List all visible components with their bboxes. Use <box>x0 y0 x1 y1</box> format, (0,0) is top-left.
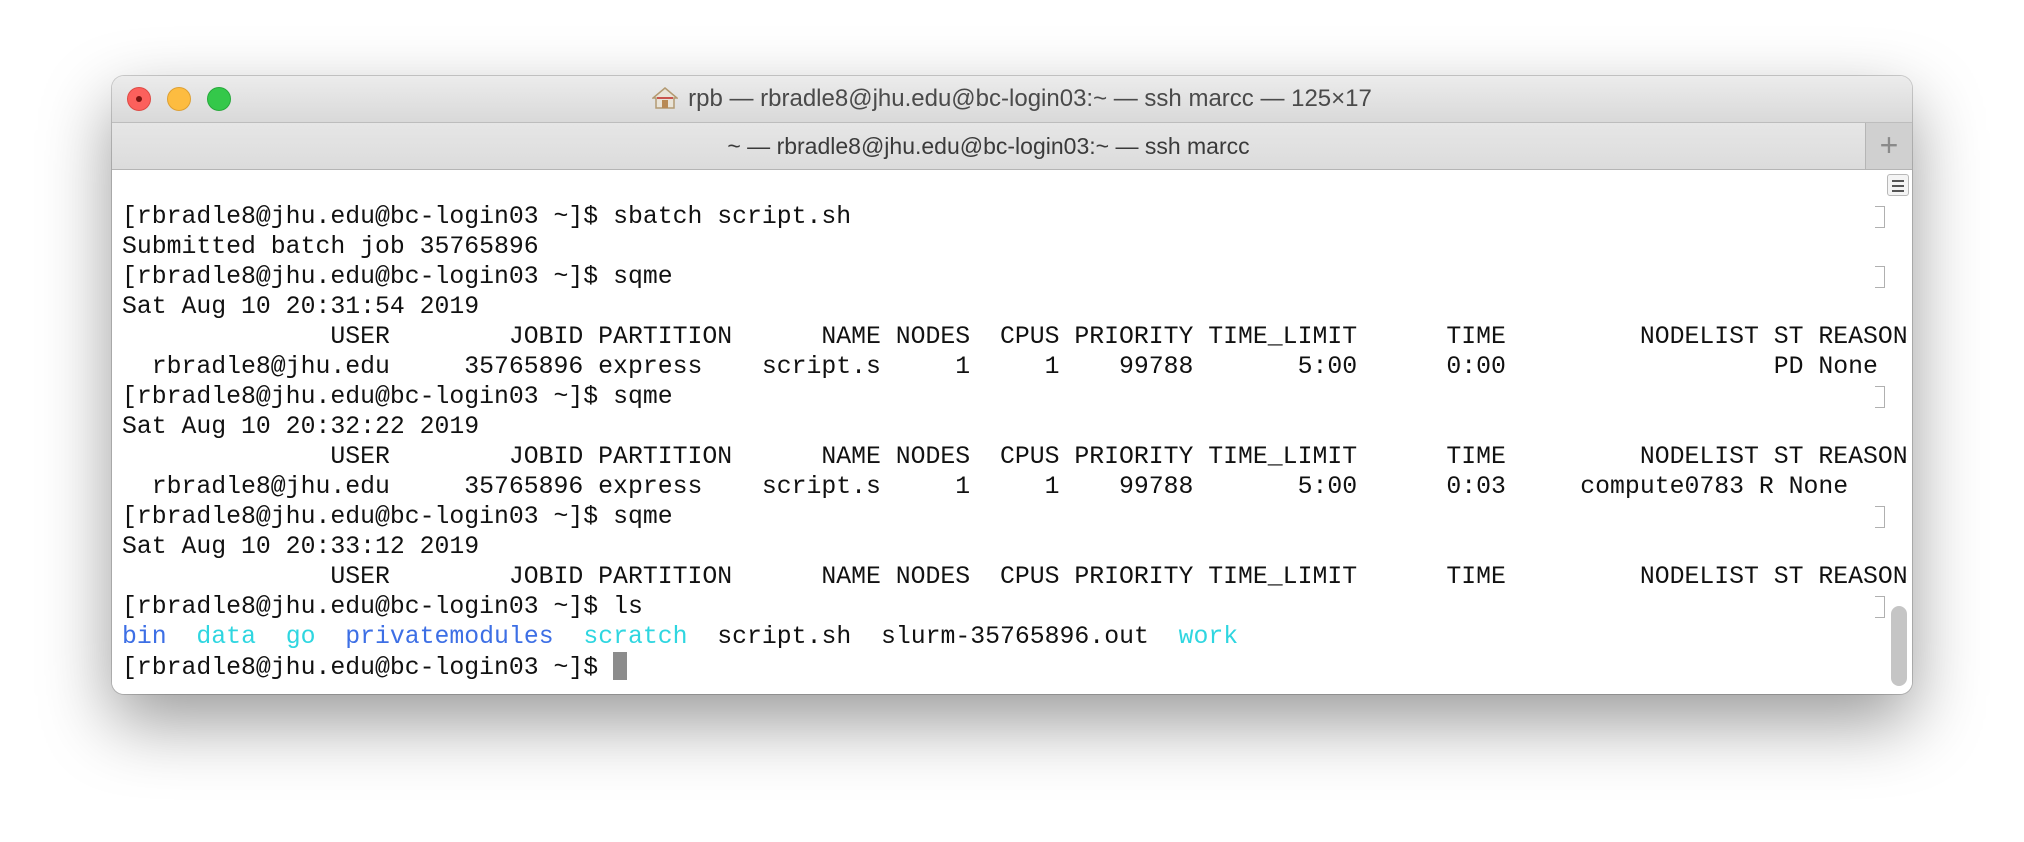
output-line: USER JOBID PARTITION NAME NODES CPUS PRI… <box>122 322 1908 352</box>
command-text: ls <box>613 593 643 621</box>
output-text: Sat Aug 10 20:31:54 2019 <box>122 293 480 321</box>
ls-entry[interactable]: go <box>286 623 316 651</box>
output-line: USER JOBID PARTITION NAME NODES CPUS PRI… <box>122 442 1908 472</box>
prompt-mark <box>1875 206 1885 228</box>
output-text: Submitted batch job 35765896 <box>122 233 539 261</box>
new-tab-button[interactable]: + <box>1865 123 1912 169</box>
ls-entry[interactable]: slurm-35765896.out <box>881 623 1149 651</box>
output-text: Sat Aug 10 20:32:22 2019 <box>122 413 480 441</box>
output-line: USER JOBID PARTITION NAME NODES CPUS PRI… <box>122 562 1908 592</box>
prompt-line: [rbradle8@jhu.edu@bc-login03 ~]$ ls <box>122 592 1908 622</box>
output-line: rbradle8@jhu.edu 35765896 express script… <box>122 352 1908 382</box>
ls-entry[interactable]: bin <box>122 623 167 651</box>
command-text: sqme <box>613 263 673 291</box>
terminal-window: rpb — rbradle8@jhu.edu@bc-login03:~ — ss… <box>112 76 1912 694</box>
tab-ssh-marcc[interactable]: ~ — rbradle8@jhu.edu@bc-login03:~ — ssh … <box>112 123 1865 169</box>
terminal-output: [rbradle8@jhu.edu@bc-login03 ~]$ sbatch … <box>122 202 1908 682</box>
output-line: Sat Aug 10 20:32:22 2019 <box>122 412 1908 442</box>
prompt-mark <box>1875 506 1885 528</box>
command-text: sbatch script.sh <box>613 203 852 231</box>
output-text: rbradle8@jhu.edu 35765896 express script… <box>122 473 1849 501</box>
home-folder-icon <box>652 87 679 109</box>
output-line: rbradle8@jhu.edu 35765896 express script… <box>122 472 1908 502</box>
window-title-text: rpb — rbradle8@jhu.edu@bc-login03:~ — ss… <box>688 85 1372 112</box>
output-line: Submitted batch job 35765896 <box>122 232 1908 262</box>
command-text: sqme <box>613 383 673 411</box>
output-text: USER JOBID PARTITION NAME NODES CPUS PRI… <box>122 563 1908 591</box>
prompt-text: [rbradle8@jhu.edu@bc-login03 ~]$ <box>122 593 614 621</box>
prompt-text: [rbradle8@jhu.edu@bc-login03 ~]$ <box>122 203 614 231</box>
prompt-mark <box>1875 266 1885 288</box>
terminal-content[interactable]: [rbradle8@jhu.edu@bc-login03 ~]$ sbatch … <box>112 170 1912 694</box>
output-line: Sat Aug 10 20:33:12 2019 <box>122 532 1908 562</box>
ls-entry[interactable]: work <box>1179 623 1239 651</box>
plus-icon: + <box>1879 127 1899 163</box>
prompt-mark <box>1875 596 1885 618</box>
ls-entry[interactable]: script.sh <box>717 623 851 651</box>
ls-entry[interactable]: privatemodules <box>345 623 553 651</box>
prompt-line: [rbradle8@jhu.edu@bc-login03 ~]$ sqme <box>122 382 1908 412</box>
output-text: USER JOBID PARTITION NAME NODES CPUS PRI… <box>122 443 1908 471</box>
prompt-line: [rbradle8@jhu.edu@bc-login03 ~]$ sbatch … <box>122 202 1908 232</box>
prompt-text: [rbradle8@jhu.edu@bc-login03 ~]$ <box>122 263 614 291</box>
prompt-text: [rbradle8@jhu.edu@bc-login03 ~]$ <box>122 503 614 531</box>
ls-output-line: bin data go privatemodules scratch scrip… <box>122 622 1908 652</box>
output-text: USER JOBID PARTITION NAME NODES CPUS PRI… <box>122 323 1908 351</box>
tab-bar: ~ — rbradle8@jhu.edu@bc-login03:~ — ssh … <box>112 123 1912 170</box>
text-cursor <box>613 652 628 680</box>
output-text: Sat Aug 10 20:33:12 2019 <box>122 533 480 561</box>
prompt-mark <box>1875 386 1885 408</box>
current-prompt-line[interactable]: [rbradle8@jhu.edu@bc-login03 ~]$ <box>122 652 1908 682</box>
marks-toggle-icon[interactable] <box>1887 174 1909 196</box>
prompt-text: [rbradle8@jhu.edu@bc-login03 ~]$ <box>122 654 614 682</box>
output-line: Sat Aug 10 20:31:54 2019 <box>122 292 1908 322</box>
ls-entry[interactable]: data <box>196 623 256 651</box>
title-bar[interactable]: rpb — rbradle8@jhu.edu@bc-login03:~ — ss… <box>112 76 1912 123</box>
output-text: rbradle8@jhu.edu 35765896 express script… <box>122 353 1878 381</box>
window-title: rpb — rbradle8@jhu.edu@bc-login03:~ — ss… <box>112 76 1912 122</box>
ls-entry[interactable]: scratch <box>583 623 687 651</box>
prompt-text: [rbradle8@jhu.edu@bc-login03 ~]$ <box>122 383 614 411</box>
prompt-line: [rbradle8@jhu.edu@bc-login03 ~]$ sqme <box>122 262 1908 292</box>
command-text: sqme <box>613 503 673 531</box>
prompt-line: [rbradle8@jhu.edu@bc-login03 ~]$ sqme <box>122 502 1908 532</box>
